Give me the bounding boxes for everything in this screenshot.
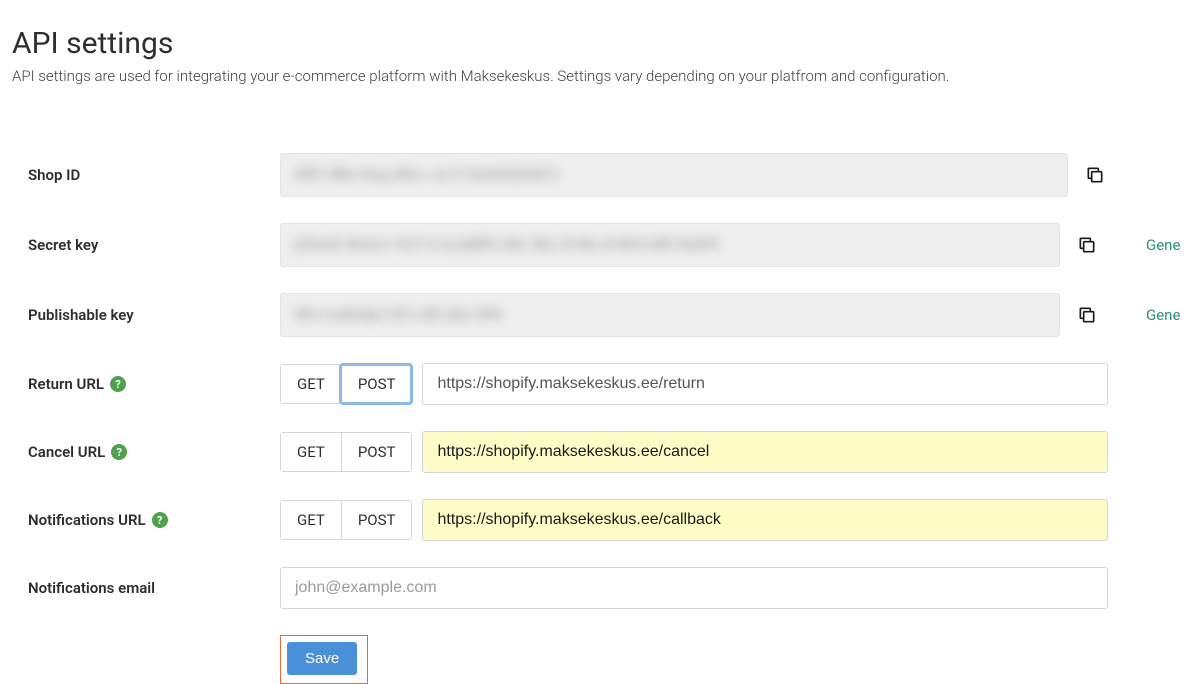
row-shop-id: Shop ID fd01 8lkn Kng eWo~ oi (1 East0aQ… (0, 153, 1108, 197)
method-post-button[interactable]: POST (341, 433, 412, 471)
cancel-url-input[interactable] (422, 431, 1108, 473)
method-get-button[interactable]: GET (281, 501, 341, 539)
copy-icon[interactable] (1074, 302, 1100, 328)
label-return-url: Return URL (28, 375, 104, 393)
row-return-url: Return URL ? GET POST (0, 363, 1108, 405)
help-icon[interactable]: ? (152, 512, 168, 528)
row-publishable-key: Publishable key Wm moEnkp7 (¥ h nEl eQo … (0, 293, 1189, 337)
method-get-button[interactable]: GET (281, 365, 341, 403)
help-icon[interactable]: ? (111, 444, 127, 460)
save-highlight-box: Save (280, 635, 368, 684)
copy-icon[interactable] (1082, 162, 1108, 188)
return-url-input[interactable] (422, 363, 1108, 405)
page-title: API settings (12, 26, 1177, 61)
label-cancel-url: Cancel URL (28, 443, 105, 461)
secret-key-field: jClmnE Wnnc+ HuT ri nLaQllFk iGlc 50L iO… (280, 223, 1060, 267)
label-notifications-url: Notifications URL (28, 511, 146, 529)
label-publishable-key: Publishable key (0, 306, 280, 324)
method-get-button[interactable]: GET (281, 433, 341, 471)
row-notifications-url: Notifications URL ? GET POST (0, 499, 1108, 541)
label-secret-key: Secret key (0, 236, 280, 254)
label-shop-id: Shop ID (0, 166, 280, 184)
row-notifications-email: Notifications email (0, 567, 1108, 609)
shop-id-value: fd01 8lkn Kng eWo~ oi (1 East0aQni01) (295, 167, 558, 183)
method-toggle-return: GET POST (280, 364, 412, 404)
row-cancel-url: Cancel URL ? GET POST (0, 431, 1108, 473)
method-post-button[interactable]: POST (341, 501, 412, 539)
method-post-button[interactable]: POST (341, 365, 412, 403)
row-secret-key: Secret key jClmnE Wnnc+ HuT ri nLaQllFk … (0, 223, 1189, 267)
label-notifications-email: Notifications email (0, 579, 280, 597)
help-icon[interactable]: ? (110, 376, 126, 392)
page-subtitle: API settings are used for integrating yo… (12, 67, 1177, 85)
notifications-email-input[interactable] (280, 567, 1108, 609)
secret-key-value: jClmnE Wnnc+ HuT ri nLaQllFk iGlc 50L iO… (295, 237, 721, 253)
save-button[interactable]: Save (287, 642, 357, 675)
publishable-key-value: Wm moEnkp7 (¥ h nEl eQo Gh0 (295, 307, 502, 323)
notifications-url-input[interactable] (422, 499, 1108, 541)
copy-icon[interactable] (1074, 232, 1100, 258)
method-toggle-cancel: GET POST (280, 432, 412, 472)
method-toggle-notifications: GET POST (280, 500, 412, 540)
generate-link[interactable]: Gene (1146, 236, 1180, 254)
publishable-key-field: Wm moEnkp7 (¥ h nEl eQo Gh0 (280, 293, 1060, 337)
generate-link[interactable]: Gene (1146, 306, 1180, 324)
shop-id-field: fd01 8lkn Kng eWo~ oi (1 East0aQni01) (280, 153, 1068, 197)
